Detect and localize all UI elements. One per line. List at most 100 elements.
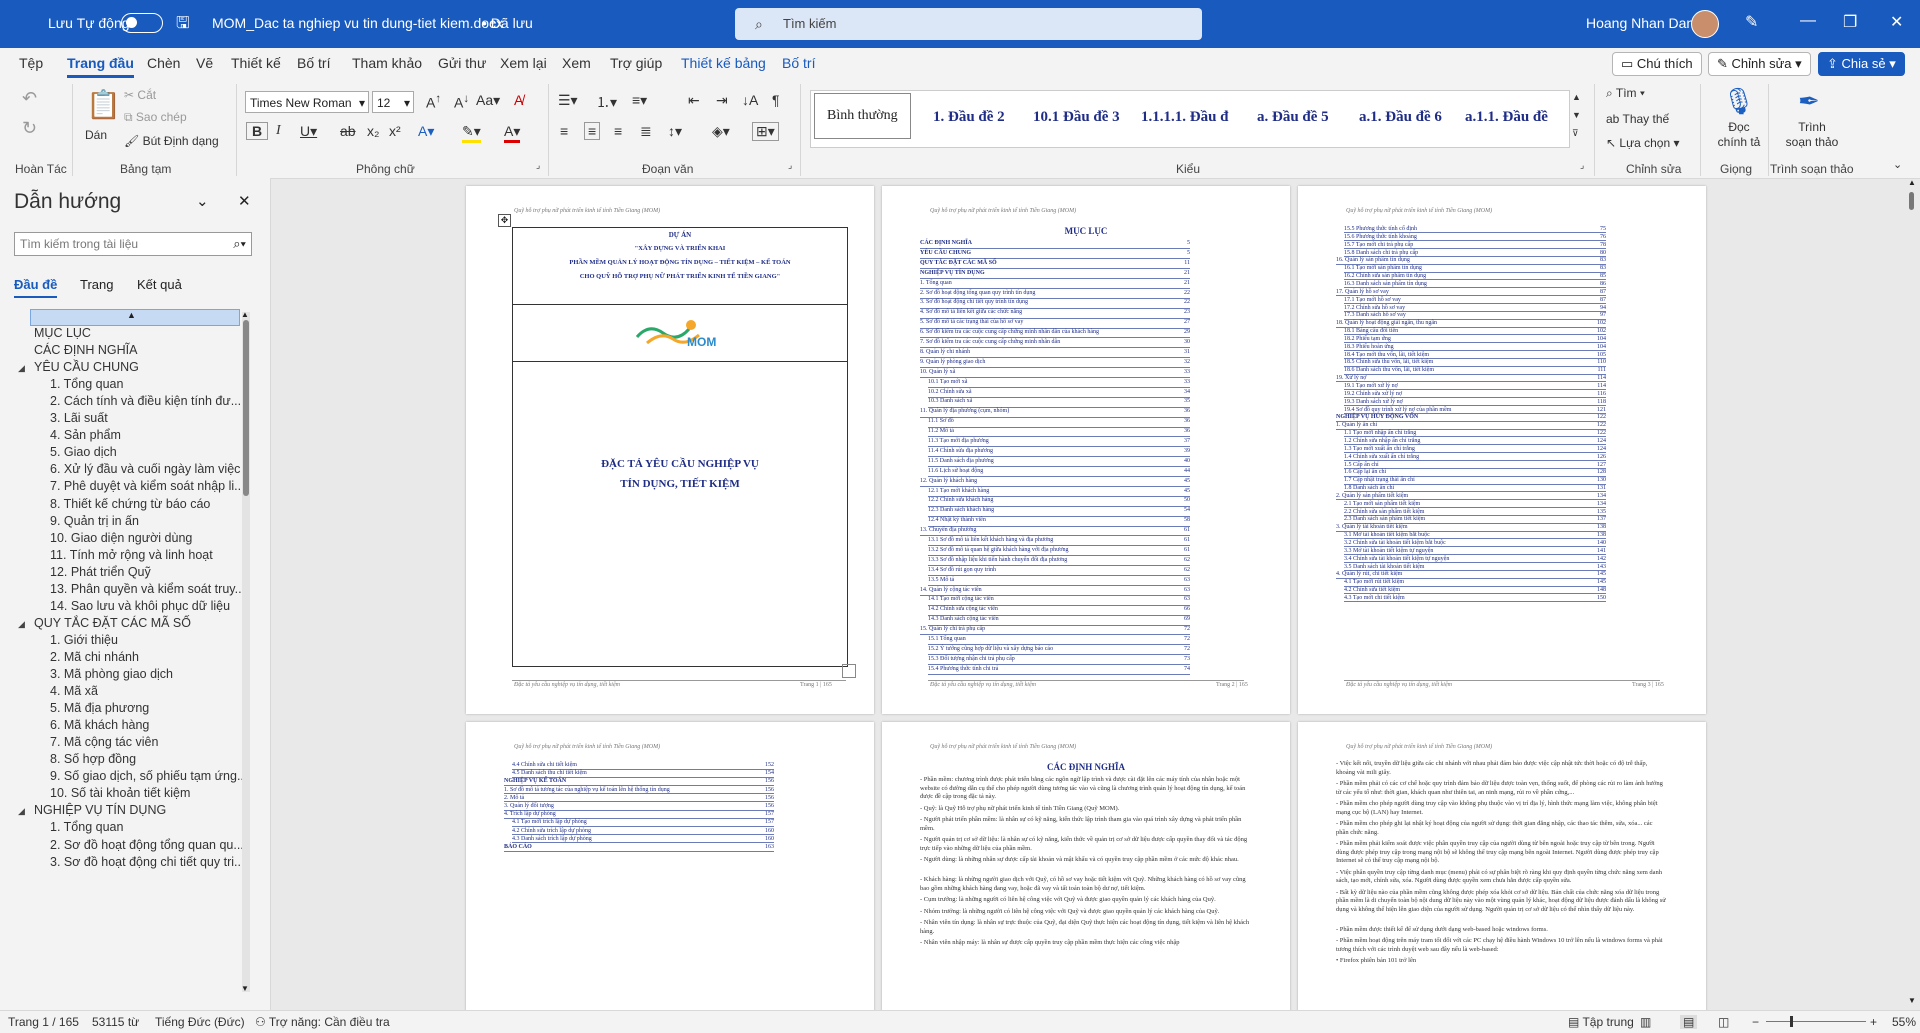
select-button[interactable]: ↖ Lựa chọn ▾ — [1606, 136, 1680, 150]
align-center-icon[interactable]: ≡ — [584, 122, 601, 140]
toc-entry[interactable]: 18.3 Phiếu hoàn ứng 104 — [1336, 344, 1606, 352]
toc-entry[interactable]: 13.4 Sơ đồ rút gọn quy trình 62 — [920, 567, 1190, 577]
clear-format-icon[interactable]: A̸ — [514, 92, 523, 108]
nav-heading-item[interactable]: 8. Số hợp đồng — [50, 752, 136, 766]
toc-entry[interactable]: 3. Sơ đồ hoạt động chi tiết quy trình tí… — [920, 299, 1190, 309]
toc-entry[interactable]: 3.2 Chỉnh sửa tài khoản tiết kiệm bắt bu… — [1336, 540, 1606, 548]
toc-entry[interactable]: 11. Quản lý địa phương (cụm, nhóm) 36 — [920, 408, 1190, 418]
toc-entry[interactable]: 14.3 Danh sách cộng tác viên 69 — [920, 616, 1190, 626]
style-heading-7[interactable]: a.1.1. Đầu đề — [1465, 109, 1548, 126]
toc-entry[interactable]: 9. Quản lý phòng giao dịch 32 — [920, 359, 1190, 369]
toc-entry[interactable]: 12.1 Tạo mới khách hàng 45 — [920, 488, 1190, 498]
toc-entry[interactable]: 1.4 Chỉnh sửa xuất ấn chỉ trắng 126 — [1336, 454, 1606, 462]
nav-heading-item[interactable]: 4. Sản phẩm — [50, 428, 121, 442]
toc-entry[interactable]: 14.2 Chỉnh sửa cộng tác viên 66 — [920, 606, 1190, 616]
styles-scroll-up-icon[interactable]: ▲ — [1572, 92, 1581, 102]
toc-entry[interactable]: 1.8 Danh sách ấn chỉ 131 — [1336, 485, 1606, 493]
toc-entry[interactable]: 14. Quản lý cộng tác viên 63 — [920, 587, 1190, 597]
paste-label[interactable]: Dán — [85, 128, 107, 142]
copy-button[interactable]: ⧉ Sao chép — [124, 110, 187, 125]
nav-heading-item[interactable]: 6. Mã khách hàng — [50, 718, 149, 732]
search-icon[interactable]: ⌕▾ — [233, 236, 246, 252]
nav-heading-item[interactable]: 2. Sơ đồ hoạt động tổng quan qu... — [50, 838, 244, 852]
document-title[interactable]: MOM_Dac ta nghiep vu tin dung-tiet kiem.… — [212, 15, 503, 31]
tab-help[interactable]: Trợ giúp — [610, 55, 662, 71]
page-6[interactable]: Quỹ hỗ trợ phụ nữ phát triển kinh tế tỉn… — [1298, 722, 1706, 1014]
nav-heading-item[interactable]: MỤC LỤC — [34, 326, 91, 340]
toc-entry[interactable]: 1. Quản lý ấn chỉ 122 — [1336, 422, 1606, 430]
expand-caret-icon[interactable]: ◢ — [18, 806, 25, 817]
toc-entry[interactable]: 11.5 Danh sách địa phương 40 — [920, 458, 1190, 468]
toc-entry[interactable]: 10.1 Tạo mới xã 33 — [920, 379, 1190, 389]
expand-caret-icon[interactable]: ◢ — [18, 619, 25, 630]
toc-entry[interactable]: 4.4 Chỉnh sửa chi tiết kiệm 152 — [504, 762, 774, 770]
align-right-icon[interactable]: ≡ — [614, 123, 622, 139]
nav-scrollbar[interactable] — [242, 312, 250, 992]
toc-entry[interactable]: 13. Chuyển địa phương 61 — [920, 527, 1190, 537]
toc-entry[interactable]: 15. Quản lý chi trả phụ cấp 72 — [920, 626, 1190, 636]
toc-entry[interactable]: 1.6 Cập lại ấn chỉ 128 — [1336, 469, 1606, 477]
tab-layout[interactable]: Bố trí — [297, 55, 330, 71]
toc-entry[interactable]: 12.4 Nhật ký thành viên 58 — [920, 517, 1190, 527]
nav-heading-item[interactable]: 7. Phê duyệt và kiểm soát nhập li... — [50, 479, 245, 493]
nav-heading-item[interactable]: 1. Tổng quan — [50, 820, 123, 834]
nav-heading-item[interactable]: 5. Mã địa phương — [50, 701, 149, 715]
expand-caret-icon[interactable]: ◢ — [18, 363, 25, 374]
toc-entry[interactable]: 4. Sơ đồ mô tả liên kết giữa các chức nă… — [920, 309, 1190, 319]
accessibility-status[interactable]: ⚇ Trợ năng: Cần điều tra — [255, 1015, 390, 1029]
decrease-indent-icon[interactable]: ⇤ — [688, 92, 700, 109]
style-normal[interactable]: Bình thường — [814, 93, 911, 139]
page-5[interactable]: Quỹ hỗ trợ phụ nữ phát triển kinh tế tỉn… — [882, 722, 1290, 1014]
toc-entry[interactable]: 16.2 Chỉnh sửa sản phẩm tín dụng 85 — [1336, 273, 1606, 281]
share-button[interactable]: ⇪ Chia sẻ ▾ — [1818, 52, 1905, 76]
justify-icon[interactable]: ≣ — [640, 123, 652, 140]
read-mode-icon[interactable]: ▥ — [1640, 1015, 1651, 1029]
editor-icon[interactable]: ✒ — [1798, 86, 1820, 117]
show-marks-icon[interactable]: ¶ — [772, 92, 780, 108]
toc-entry[interactable]: 19.3 Danh sách xử lý nợ 118 — [1336, 399, 1606, 407]
zoom-slider[interactable] — [1766, 1021, 1866, 1022]
focus-button[interactable]: ▤ Tập trung — [1568, 1015, 1634, 1029]
shrink-font-icon[interactable]: A↓ — [454, 92, 469, 111]
web-layout-icon[interactable]: ◫ — [1718, 1015, 1729, 1029]
minimize-icon[interactable]: — — [1800, 12, 1816, 30]
tab-file[interactable]: Tệp — [19, 55, 43, 71]
toc-entry[interactable]: 1.2 Chỉnh sửa nhập ấn chỉ trắng 124 — [1336, 438, 1606, 446]
nav-search-input[interactable]: Tìm kiếm trong tài liệu ⌕▾ — [14, 232, 252, 256]
document-scroll-down-icon[interactable]: ▼ — [1908, 996, 1916, 1005]
toc-entry[interactable]: 1. Sơ đồ mô tả tương tác của nghiệp vụ k… — [504, 787, 774, 795]
editor-label[interactable]: Trình soạn thảo — [1784, 120, 1840, 150]
toc-entry[interactable]: BÁO CÁO 163 — [504, 844, 774, 852]
close-icon[interactable]: ✕ — [1890, 12, 1903, 32]
toc-entry[interactable]: 19.2 Chỉnh sửa xử lý nợ 116 — [1336, 391, 1606, 399]
toc-entry[interactable]: 13.3 Sơ đồ nhập liệu khi tiến hành chuyể… — [920, 557, 1190, 567]
cut-button[interactable]: ✂ Cắt — [124, 88, 156, 102]
format-painter-button[interactable]: 🖌 Bút Định dạng — [124, 134, 219, 148]
page-3[interactable]: Quỹ hỗ trợ phụ nữ phát triển kinh tế tỉn… — [1298, 186, 1706, 714]
toc-entry[interactable]: 4.3 Danh sách trích lập dự phòng 160 — [504, 836, 774, 844]
save-icon[interactable]: 🖫 — [176, 12, 190, 39]
nav-heading-item[interactable]: 10. Giao diện người dùng — [50, 531, 192, 545]
toc-entry[interactable]: 1. Tổng quan 21 — [920, 280, 1190, 290]
toc-entry[interactable]: 17.1 Tạo mới hồ sơ vay 87 — [1336, 297, 1606, 305]
tab-mailings[interactable]: Gửi thư — [438, 55, 486, 71]
undo-icon[interactable]: ↶ — [22, 88, 37, 109]
zoom-out-icon[interactable]: − — [1752, 1015, 1759, 1029]
toc-entry[interactable]: 11.4 Chỉnh sửa địa phương 39 — [920, 448, 1190, 458]
nav-heading-item[interactable]: 4. Mã xã — [50, 684, 98, 698]
font-size-select[interactable]: 12 ▾ — [372, 91, 414, 113]
toc-entry[interactable]: 2. Mô tả 156 — [504, 795, 774, 803]
underline-icon[interactable]: U▾ — [300, 123, 317, 140]
toc-entry[interactable]: 1.3 Tạo mới xuất ấn chỉ trắng 124 — [1336, 446, 1606, 454]
toc-entry[interactable]: CÁC ĐỊNH NGHĨA 5 — [920, 240, 1190, 250]
nav-heading-item[interactable]: CÁC ĐỊNH NGHĨA — [34, 343, 137, 357]
toc-entry[interactable]: 8. Quản lý chi nhánh 31 — [920, 349, 1190, 359]
align-left-icon[interactable]: ≡ — [560, 123, 568, 139]
toc-entry[interactable]: 15.4 Phương thức tính chi trả 74 — [920, 666, 1190, 676]
numbering-icon[interactable]: ⒈▾ — [596, 92, 617, 112]
style-heading-4[interactable]: 1.1.1.1. Đầu đ — [1141, 109, 1229, 126]
toc-entry[interactable]: 13.5 Mô tả 63 — [920, 577, 1190, 587]
page-2[interactable]: Quỹ hỗ trợ phụ nữ phát triển kinh tế tỉn… — [882, 186, 1290, 714]
toc-entry[interactable]: 11.1 Sơ đồ 36 — [920, 418, 1190, 428]
line-spacing-icon[interactable]: ↕▾ — [668, 123, 682, 140]
